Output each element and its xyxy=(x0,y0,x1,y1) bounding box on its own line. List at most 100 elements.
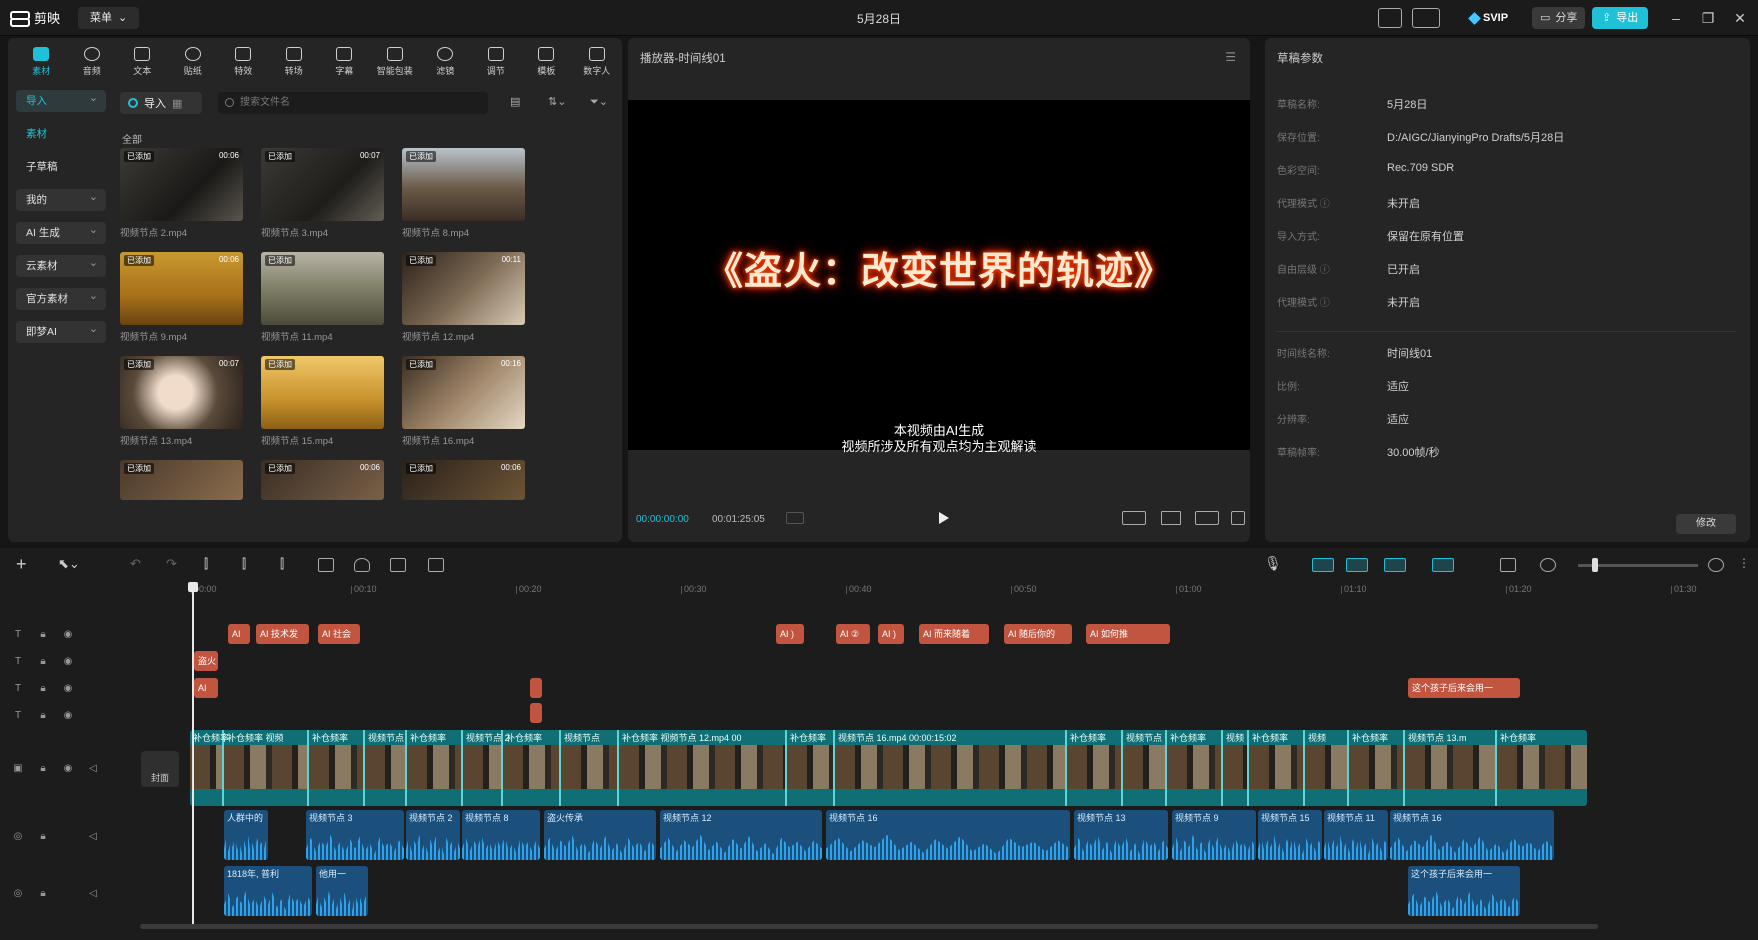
fullscreen-icon[interactable] xyxy=(1231,511,1245,525)
video-segment[interactable]: 补仓频率 xyxy=(1349,730,1405,806)
tab-effects[interactable]: 特效 xyxy=(218,42,269,82)
tab-media[interactable]: 素材 xyxy=(16,42,67,82)
lock-icon[interactable]: 🔒︎ xyxy=(37,831,49,842)
tab-captions[interactable]: 字幕 xyxy=(319,42,370,82)
audio-clip[interactable]: 视频节点 12 xyxy=(660,810,822,860)
text-clip-marker[interactable] xyxy=(530,678,542,698)
audio-clip[interactable]: 视频节点 16 xyxy=(1390,810,1554,860)
lock-icon[interactable]: 🔒︎ xyxy=(37,888,49,899)
media-clip[interactable]: 已添加 视频节点 15.mp4 xyxy=(261,356,384,447)
export-button[interactable]: ⇪ 导出 xyxy=(1592,7,1649,29)
video-segment[interactable]: 补仓频率 xyxy=(787,730,835,806)
text-clip[interactable]: AI 随后你的 xyxy=(1004,624,1072,644)
lock-icon[interactable]: 🔒︎ xyxy=(37,629,49,640)
hamburger-menu-icon[interactable]: ☰ xyxy=(1225,50,1236,64)
shield-icon[interactable] xyxy=(354,558,370,572)
split-left-icon[interactable]: ⫿ xyxy=(242,556,246,572)
video-segment[interactable]: 补仓频率 xyxy=(309,730,365,806)
media-clip[interactable]: 已添加 00:06 视频节点 9.mp4 xyxy=(120,252,243,343)
media-clip[interactable]: 已添加 00:06 视频节点 2.mp4 xyxy=(120,148,243,239)
import-button[interactable]: 导入 ▦ xyxy=(120,92,202,114)
video-segment[interactable]: 视频节点 xyxy=(1123,730,1167,806)
ratio-icon[interactable] xyxy=(1195,511,1219,525)
modify-button[interactable]: 修改 xyxy=(1676,514,1736,534)
video-segment[interactable]: 补仓频率 xyxy=(1167,730,1223,806)
lock-icon[interactable]: 🔒︎ xyxy=(37,763,49,774)
play-icon[interactable] xyxy=(939,512,949,524)
text-clip[interactable]: 盗火 xyxy=(194,651,218,671)
tab-digital-human[interactable]: 数字人 xyxy=(572,42,623,82)
text-clip[interactable]: AI xyxy=(228,624,250,644)
audio-clip[interactable]: 这个孩子后来会用一 xyxy=(1408,866,1520,916)
video-segment[interactable]: 视频节点 xyxy=(365,730,407,806)
media-clip[interactable]: 已添加 00:16 视频节点 16.mp4 xyxy=(402,356,525,447)
text-clip[interactable]: AI 社会 xyxy=(318,624,360,644)
mute-icon[interactable]: ◁ xyxy=(87,763,99,774)
more-icon[interactable]: ⋮ xyxy=(1738,556,1750,570)
svip-badge[interactable]: SVIP xyxy=(1462,8,1516,28)
mute-icon[interactable]: ◁ xyxy=(87,831,99,842)
text-clip[interactable]: 这个孩子后来会用一 xyxy=(1408,678,1520,698)
video-segment[interactable]: 视频 xyxy=(1305,730,1349,806)
video-canvas[interactable]: 《盗火：改变世界的轨迹》 本视频由AI生成 视频所涉及所有观点均为主观解读 xyxy=(628,100,1250,454)
text-clip[interactable]: AI 而来随着 xyxy=(919,624,989,644)
nav-import[interactable]: 导入 xyxy=(16,87,106,112)
audio-clip[interactable]: 盗火传承 xyxy=(544,810,656,860)
tab-text[interactable]: 文本 xyxy=(117,42,168,82)
select-tool-icon[interactable]: ⬉⌄ xyxy=(58,556,80,572)
link-icon[interactable] xyxy=(1384,558,1406,572)
audio-clip[interactable]: 视频节点 8 xyxy=(462,810,540,860)
main-video-track[interactable]: 补仓频率 补仓频率 视频 补仓频率 视频节点 补仓频率 视频节点 2 补仓频率 … xyxy=(190,730,1587,806)
nav-mine[interactable]: 我的 xyxy=(16,186,106,211)
caption-icon[interactable] xyxy=(1500,558,1516,572)
nav-sub-draft[interactable]: 子草稿 xyxy=(16,156,106,178)
playhead[interactable] xyxy=(188,582,198,924)
video-segment[interactable]: 视频节点 xyxy=(561,730,619,806)
text-clip[interactable]: AI xyxy=(194,678,218,698)
text-clip-marker[interactable] xyxy=(530,703,542,723)
cover-button[interactable]: 封面 xyxy=(141,751,179,787)
audio-clip[interactable]: 他用一 xyxy=(316,866,368,916)
eye-icon[interactable]: ◉ xyxy=(62,629,74,640)
video-segment[interactable]: 补仓频率 xyxy=(190,730,229,806)
add-icon[interactable]: + xyxy=(16,554,27,575)
sort-icon[interactable]: ⇅⌄ xyxy=(548,95,568,111)
video-segment[interactable]: 视频节点 16.mp4 00:00:15:02 xyxy=(835,730,1067,806)
freeze-icon[interactable] xyxy=(390,558,406,572)
zoom-fit-icon[interactable] xyxy=(1708,558,1724,572)
video-segment[interactable]: 补仓频率 视频节点 12.mp4 00 xyxy=(619,730,787,806)
undo-icon[interactable]: ↶ xyxy=(130,556,141,572)
tab-smart-pack[interactable]: 智能包装 xyxy=(370,42,421,82)
video-segment[interactable]: 补仓频率 xyxy=(503,730,561,806)
zoom-slider-knob[interactable] xyxy=(1592,558,1598,572)
audio-clip[interactable]: 1818年, 普利 xyxy=(224,866,312,916)
zoom-out-icon[interactable] xyxy=(1540,558,1556,572)
nav-material[interactable]: 素材 xyxy=(16,123,106,145)
text-clip[interactable]: AI 技术发 xyxy=(256,624,309,644)
eye-icon[interactable]: ◉ xyxy=(62,656,74,667)
lock-icon[interactable]: 🔒︎ xyxy=(37,710,49,721)
eye-icon[interactable]: ◉ xyxy=(62,710,74,721)
video-segment[interactable]: 补仓频率 xyxy=(407,730,463,806)
lock-icon[interactable]: 🔒︎ xyxy=(37,656,49,667)
horizontal-scrollbar[interactable] xyxy=(140,924,1598,929)
lock-icon[interactable]: 🔒︎ xyxy=(37,683,49,694)
media-clip[interactable]: 已添加 xyxy=(120,460,243,500)
audio-clip[interactable]: 人群中的 xyxy=(224,810,268,860)
search-input[interactable]: 搜索文件名 xyxy=(218,92,488,114)
microphone-icon[interactable]: 🎙 xyxy=(1264,555,1282,572)
close-icon[interactable]: ✕ xyxy=(1730,8,1750,28)
tab-adjust[interactable]: 调节 xyxy=(471,42,522,82)
ai-cut-icon[interactable] xyxy=(428,558,444,572)
nav-cloud-material[interactable]: 云素材 xyxy=(16,252,106,277)
layout-icon[interactable] xyxy=(1378,8,1402,28)
media-clip[interactable]: 已添加 视频节点 11.mp4 xyxy=(261,252,384,343)
delete-icon[interactable] xyxy=(318,558,334,572)
time-ruler[interactable]: 00:00 00:10 00:20 00:30 00:40 00:50 01:0… xyxy=(190,584,1758,602)
audio-clip[interactable]: 视频节点 2 xyxy=(406,810,460,860)
quality-icon[interactable] xyxy=(1122,511,1146,525)
audio-clip[interactable]: 视频节点 11 xyxy=(1324,810,1388,860)
text-clip[interactable]: AI 如何推 xyxy=(1086,624,1170,644)
restore-icon[interactable]: ❐ xyxy=(1698,8,1718,28)
split-right-icon[interactable]: ⫿ xyxy=(280,556,284,572)
